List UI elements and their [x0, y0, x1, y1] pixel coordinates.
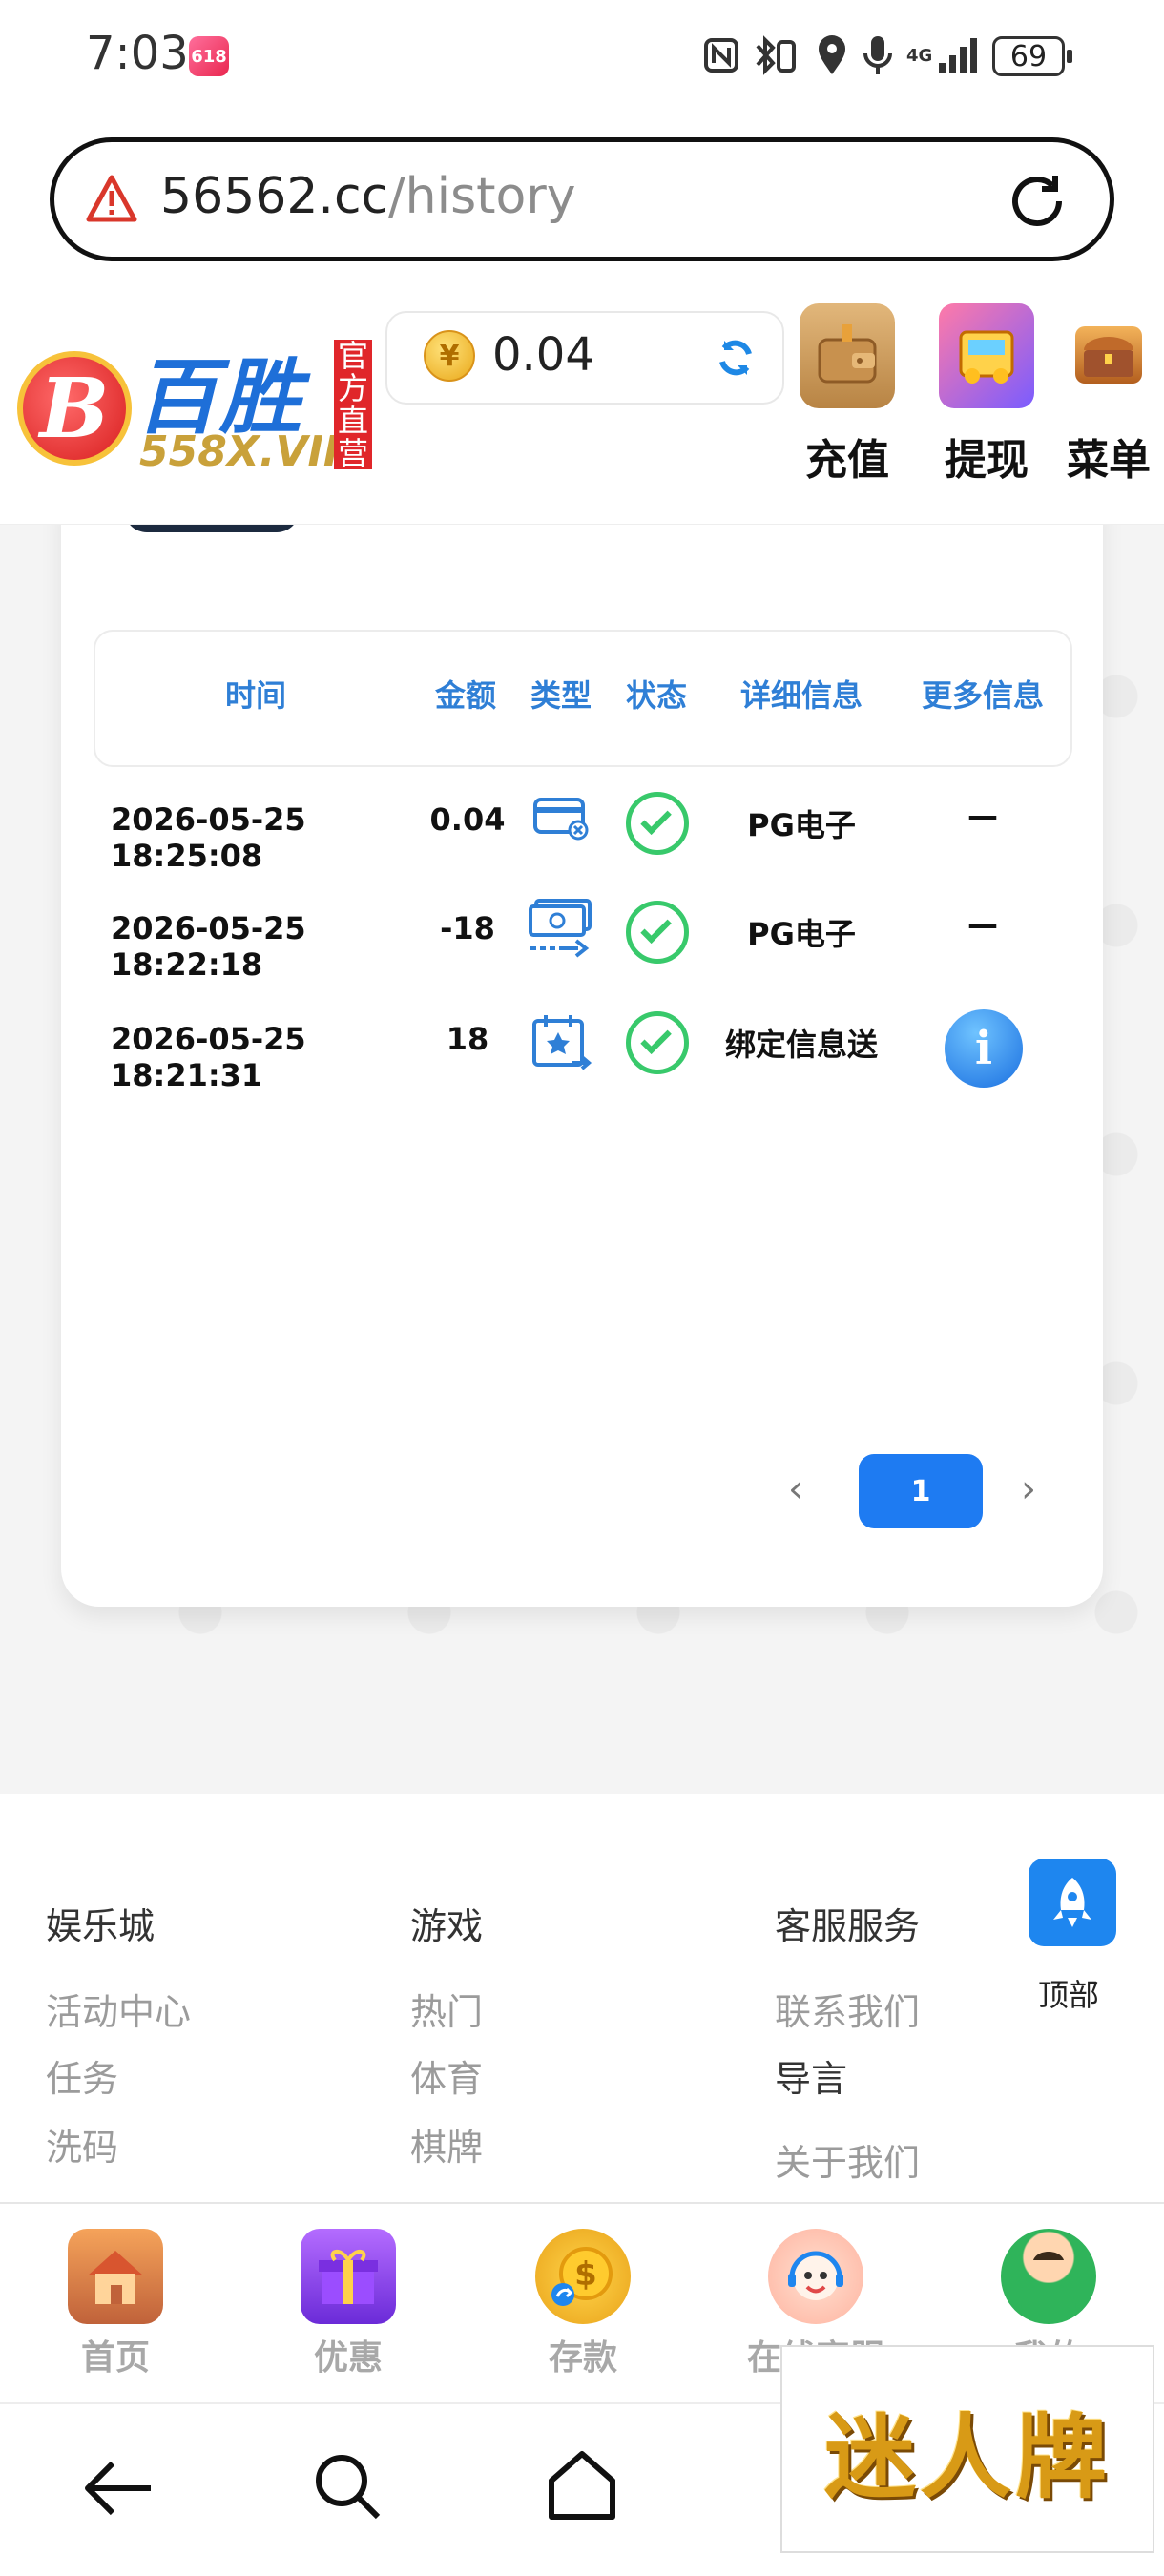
footer-link[interactable]: 活动中心	[46, 1983, 191, 2035]
house-icon	[68, 2229, 163, 2324]
footer-link[interactable]: 体育	[410, 2049, 483, 2102]
withdraw-button[interactable]: 提现	[929, 303, 1044, 487]
brand-overlay-text: 迷人牌	[824, 2402, 1111, 2511]
withdraw-label: 提现	[945, 436, 1029, 485]
row-detail: 绑定信息送	[724, 1027, 878, 1063]
column-header-amount: 金额	[434, 677, 496, 714]
support-agent-icon	[768, 2229, 863, 2324]
pagination-prev-button[interactable]: ‹	[788, 1467, 803, 1511]
app-notification-icon: 618	[189, 36, 229, 76]
atm-icon	[939, 303, 1034, 408]
row-time: 2026-05-25 18:21:31	[111, 1021, 306, 1093]
footer-link[interactable]: 联系我们	[775, 1983, 920, 2035]
user-avatar-icon	[1001, 2229, 1096, 2324]
success-check-icon	[626, 1011, 689, 1074]
network-label: 4G	[906, 45, 933, 66]
footer-title-service: 客服服务	[775, 1905, 921, 1947]
tab-label: 优惠	[313, 2338, 383, 2378]
cash-transfer-icon	[527, 897, 595, 964]
url-domain: 56562.cc	[160, 168, 389, 225]
deposit-button[interactable]: 充值	[790, 303, 904, 487]
menu-label: 菜单	[1067, 436, 1151, 485]
info-icon[interactable]: i	[945, 1009, 1023, 1088]
row-time: 2026-05-25 18:25:08	[111, 801, 306, 874]
row-amount: 0.04	[429, 801, 506, 838]
success-check-icon	[626, 901, 689, 964]
signal-icon	[937, 34, 979, 76]
row-amount: 18	[446, 1021, 489, 1057]
footer-link[interactable]: 任务	[46, 2049, 118, 2102]
coin-icon: ¥	[424, 330, 475, 382]
column-header-status: 状态	[625, 677, 687, 714]
url-text[interactable]: 56562.cc/history	[160, 168, 576, 225]
microphone-icon	[863, 34, 893, 76]
footer-link[interactable]: 热门	[410, 1983, 483, 2035]
nfc-icon	[702, 34, 740, 76]
column-header-more: 更多信息	[921, 677, 1044, 714]
tab-label: 首页	[80, 2338, 150, 2378]
battery-level: 69	[992, 36, 1065, 76]
footer-link[interactable]: 棋牌	[410, 2118, 483, 2171]
row-time: 2026-05-25 18:22:18	[111, 910, 306, 983]
gift-icon	[301, 2229, 396, 2324]
column-header-type: 类型	[530, 677, 592, 714]
footer-link[interactable]: 洗码	[46, 2118, 118, 2171]
treasure-chest-icon	[1075, 326, 1142, 384]
reload-icon[interactable]	[1004, 168, 1070, 235]
deposit-label: 充值	[805, 436, 889, 485]
bluetooth-icon	[752, 34, 798, 76]
back-to-top-button[interactable]	[1029, 1859, 1116, 1946]
official-char: 直	[337, 403, 368, 439]
tab-label: 存款	[548, 2338, 617, 2378]
balance-value: 0.04	[492, 328, 594, 382]
card-icon	[532, 794, 590, 851]
footer-link[interactable]: 导言	[775, 2049, 847, 2102]
footer-title-games: 游戏	[410, 1905, 484, 1947]
official-char: 方	[337, 370, 368, 406]
search-icon[interactable]	[313, 2452, 382, 2521]
logo-emblem: B	[17, 351, 132, 466]
row-more: —	[967, 906, 998, 943]
success-check-icon	[626, 792, 689, 855]
tab-deposit[interactable]: $ 存款	[511, 2229, 655, 2379]
svg-text:$: $	[574, 2255, 597, 2294]
logo-domain: 558X.VIP	[139, 427, 355, 476]
wallet-icon	[800, 303, 895, 408]
footer-title-casino: 娱乐城	[46, 1905, 156, 1947]
column-header-time: 时间	[224, 677, 286, 714]
official-char: 营	[337, 435, 368, 471]
battery-tip	[1067, 50, 1072, 63]
footer-link[interactable]: 关于我们	[775, 2133, 920, 2186]
pagination-page-button[interactable]: 1	[859, 1454, 983, 1528]
home-icon[interactable]	[546, 2448, 618, 2521]
refresh-balance-icon[interactable]	[712, 334, 759, 382]
tab-home[interactable]: 首页	[44, 2229, 187, 2379]
back-arrow-icon[interactable]	[82, 2458, 155, 2519]
official-badge: 官 方 直 营	[334, 340, 372, 469]
row-more: —	[967, 798, 998, 834]
back-to-top-label: 顶部	[1038, 1977, 1100, 2013]
pagination-next-button[interactable]: ›	[1021, 1467, 1036, 1511]
row-detail: PG电子	[747, 916, 856, 952]
rocket-icon	[1053, 1878, 1091, 1927]
dollar-coin-icon: $	[535, 2229, 631, 2324]
calendar-star-icon	[530, 1011, 593, 1074]
tab-promotions[interactable]: 优惠	[277, 2229, 420, 2379]
status-time: 7:03	[86, 27, 189, 80]
official-char: 官	[337, 338, 368, 374]
row-amount: -18	[440, 910, 495, 946]
warning-icon[interactable]	[86, 174, 137, 225]
column-header-detail: 详细信息	[739, 677, 863, 714]
location-icon	[817, 34, 847, 76]
brand-overlay: 迷人牌	[780, 2345, 1154, 2553]
menu-button[interactable]: 菜单	[1051, 303, 1164, 487]
url-path: /history	[388, 168, 576, 225]
row-detail: PG电子	[747, 807, 856, 843]
